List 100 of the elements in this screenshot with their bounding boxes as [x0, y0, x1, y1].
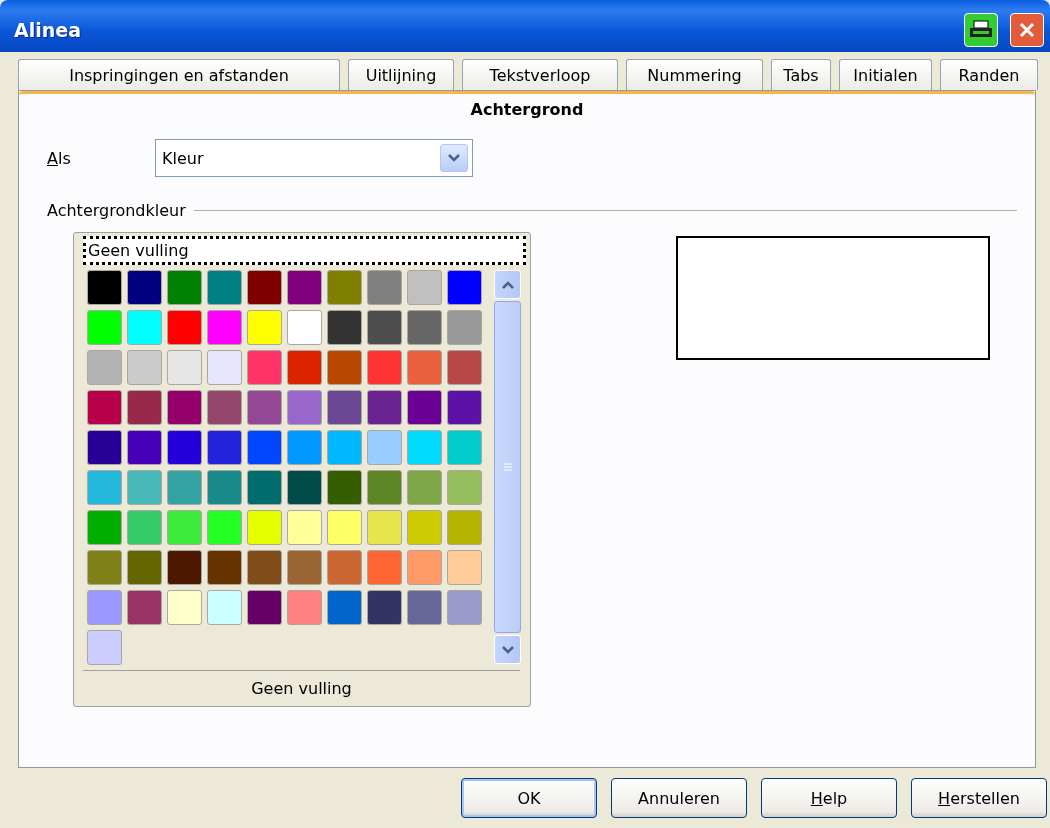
color-swatch[interactable] — [127, 350, 162, 385]
color-swatch[interactable] — [407, 390, 442, 425]
color-swatch[interactable] — [407, 510, 442, 545]
color-swatch[interactable] — [207, 270, 242, 305]
tab[interactable]: Randen — [940, 59, 1038, 90]
color-swatch[interactable] — [247, 350, 282, 385]
color-swatch[interactable] — [207, 510, 242, 545]
color-swatch[interactable] — [367, 470, 402, 505]
color-swatch[interactable] — [247, 590, 282, 625]
color-swatch[interactable] — [327, 470, 362, 505]
color-swatch[interactable] — [87, 390, 122, 425]
color-swatch[interactable] — [167, 550, 202, 585]
color-swatch[interactable] — [87, 510, 122, 545]
color-swatch[interactable] — [207, 390, 242, 425]
color-swatch[interactable] — [247, 510, 282, 545]
color-swatch[interactable] — [447, 510, 482, 545]
color-swatch[interactable] — [407, 550, 442, 585]
tab[interactable]: Nummering — [626, 59, 763, 90]
color-swatch[interactable] — [407, 310, 442, 345]
color-swatch[interactable] — [167, 350, 202, 385]
scrollbar[interactable] — [494, 270, 521, 664]
color-swatch[interactable] — [327, 510, 362, 545]
color-swatch[interactable] — [207, 550, 242, 585]
color-swatch[interactable] — [287, 510, 322, 545]
tab[interactable]: Uitlijning — [348, 59, 454, 90]
tab[interactable]: Initialen — [839, 59, 932, 90]
color-swatch[interactable] — [87, 310, 122, 345]
color-swatch[interactable] — [327, 550, 362, 585]
color-swatch[interactable] — [287, 430, 322, 465]
color-swatch[interactable] — [247, 430, 282, 465]
color-swatch[interactable] — [207, 310, 242, 345]
color-swatch[interactable] — [87, 350, 122, 385]
color-swatch[interactable] — [447, 590, 482, 625]
color-swatch[interactable] — [287, 310, 322, 345]
color-swatch[interactable] — [167, 430, 202, 465]
color-swatch[interactable] — [287, 550, 322, 585]
scroll-down-icon[interactable] — [494, 635, 521, 664]
color-swatch[interactable] — [367, 510, 402, 545]
color-swatch[interactable] — [367, 350, 402, 385]
color-swatch[interactable] — [447, 350, 482, 385]
color-swatch[interactable] — [287, 590, 322, 625]
color-swatch[interactable] — [127, 430, 162, 465]
color-swatch[interactable] — [127, 270, 162, 305]
color-swatch[interactable] — [327, 310, 362, 345]
color-swatch[interactable] — [167, 510, 202, 545]
color-swatch[interactable] — [327, 350, 362, 385]
tab[interactable]: Tekstverloop — [462, 59, 618, 90]
color-swatch[interactable] — [367, 590, 402, 625]
tab[interactable]: Inspringingen en afstanden — [18, 59, 340, 90]
color-swatch[interactable] — [87, 270, 122, 305]
color-swatch[interactable] — [87, 590, 122, 625]
color-swatch[interactable] — [207, 350, 242, 385]
color-swatch[interactable] — [447, 430, 482, 465]
color-swatch[interactable] — [327, 270, 362, 305]
color-swatch[interactable] — [167, 310, 202, 345]
color-swatch[interactable] — [407, 270, 442, 305]
color-swatch[interactable] — [367, 270, 402, 305]
color-swatch[interactable] — [247, 550, 282, 585]
color-swatch[interactable] — [327, 390, 362, 425]
tab[interactable]: Tabs — [771, 59, 831, 90]
color-swatch[interactable] — [287, 350, 322, 385]
color-swatch[interactable] — [207, 590, 242, 625]
color-swatch[interactable] — [287, 270, 322, 305]
color-swatch[interactable] — [207, 470, 242, 505]
dialog-button[interactable]: Help — [761, 778, 897, 818]
color-swatch[interactable] — [207, 430, 242, 465]
color-swatch[interactable] — [447, 390, 482, 425]
color-swatch[interactable] — [367, 550, 402, 585]
color-swatch[interactable] — [167, 390, 202, 425]
tab[interactable]: Achtergrond — [19, 91, 1035, 125]
color-swatch[interactable] — [167, 270, 202, 305]
color-swatch[interactable] — [127, 390, 162, 425]
color-swatch[interactable] — [247, 310, 282, 345]
color-swatch[interactable] — [327, 430, 362, 465]
color-swatch[interactable] — [127, 310, 162, 345]
close-button[interactable] — [1010, 13, 1044, 47]
chevron-down-icon[interactable] — [440, 144, 468, 172]
color-swatch[interactable] — [87, 430, 122, 465]
color-swatch[interactable] — [167, 470, 202, 505]
color-swatch[interactable] — [367, 430, 402, 465]
color-swatch[interactable] — [287, 470, 322, 505]
color-swatch[interactable] — [287, 390, 322, 425]
scroll-up-icon[interactable] — [494, 270, 521, 299]
color-swatch[interactable] — [327, 590, 362, 625]
printer-icon[interactable] — [964, 13, 998, 47]
dialog-button[interactable]: Annuleren — [611, 778, 747, 818]
color-swatch[interactable] — [407, 430, 442, 465]
type-dropdown[interactable]: Kleur — [155, 139, 473, 177]
color-swatch[interactable] — [447, 470, 482, 505]
color-swatch[interactable] — [87, 470, 122, 505]
close-icon[interactable] — [1018, 21, 1036, 39]
no-fill-item[interactable]: Geen vulling — [83, 236, 526, 265]
color-swatch[interactable] — [407, 350, 442, 385]
dialog-button[interactable]: Herstellen — [911, 778, 1047, 818]
color-swatch[interactable] — [247, 470, 282, 505]
color-swatch[interactable] — [367, 310, 402, 345]
dialog-button[interactable]: OK — [461, 778, 597, 818]
color-swatch[interactable] — [247, 270, 282, 305]
color-swatch[interactable] — [127, 510, 162, 545]
color-swatch[interactable] — [127, 470, 162, 505]
